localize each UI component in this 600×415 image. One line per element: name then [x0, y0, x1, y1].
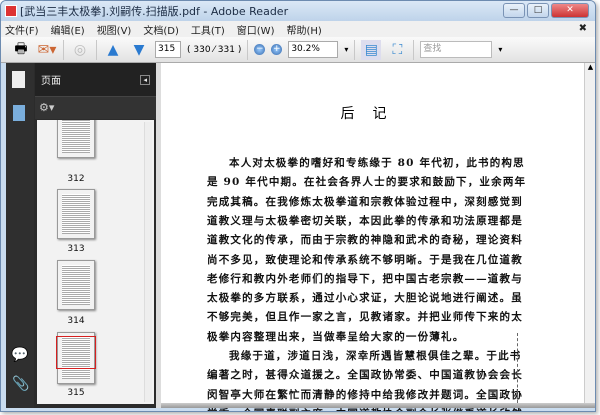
title-bar: [武当三丰太极拳].刘嗣传.扫描版.pdf - Adobe Reader — □…	[1, 1, 595, 21]
document-scrollbar[interactable]: ▲	[584, 63, 595, 408]
toolbar: 🖶 ✉▾ ◎ ▲ ▼ 315 ( 330 ⁄ 331 ) − + 30.2% ▾…	[1, 37, 595, 63]
divider	[96, 39, 97, 60]
current-view-frame[interactable]	[56, 336, 96, 369]
text-line: 老修行和教内外老师们的指导下，把中国古老宗教——道教与	[207, 272, 523, 285]
divider	[413, 39, 415, 60]
text-line: 不够完美，但且作一家之言，见教诸家。并把业师传下来的太	[207, 311, 523, 324]
page-count: ( 330 ⁄ 331 )	[187, 44, 242, 55]
find-input[interactable]: 查找	[420, 41, 493, 58]
thumbnail-label: 312	[67, 174, 85, 184]
text-line: 道教文化的传承，而由于宗教的神隐和武术的奇秘，理论资料	[207, 234, 523, 247]
page-thumbnail-313[interactable]	[57, 189, 95, 239]
comments-panel-icon[interactable]: 💬	[11, 347, 28, 363]
thumbnail-label: 314	[67, 316, 85, 326]
menu-window[interactable]: 窗口(W)	[237, 22, 275, 37]
scan-mark	[517, 333, 518, 403]
text-line: 完成其稿。在我修炼太极拳道和宗教体验过程中，深刻感觉到	[207, 195, 523, 208]
navigation-pane: 💬 📎 页面 ◂ ⚙▾ 312 313 314 315	[6, 63, 156, 408]
pages-panel-title: 页面	[41, 76, 61, 87]
text-line: 极拳内容整理出来，当做奉呈给大家的一份薄礼。	[207, 330, 465, 343]
options-gear-icon[interactable]: ⚙▾	[35, 97, 156, 119]
window-title: [武当三丰太极拳].刘嗣传.扫描版.pdf - Adobe Reader	[20, 5, 289, 18]
next-page-icon[interactable]: ▼	[129, 40, 149, 60]
divider	[63, 39, 64, 60]
menu-view[interactable]: 视图(V)	[97, 22, 132, 37]
share-icon[interactable]: ◎	[70, 40, 90, 60]
menu-tools[interactable]: 工具(T)	[191, 22, 225, 37]
text-line: 我缘于道，涉道日浅，深幸所遇皆慧根俱佳之辈。于此书	[229, 350, 522, 362]
thumbnail-scrollbar[interactable]	[144, 122, 152, 402]
fit-width-icon[interactable]: ▤	[361, 39, 382, 60]
adobe-pdf-icon	[5, 5, 17, 17]
page-thumbnail-314[interactable]	[57, 260, 95, 310]
divider	[247, 39, 249, 60]
pages-panel-icon[interactable]	[12, 71, 25, 88]
zoom-dropdown-icon[interactable]: ▾	[344, 45, 348, 54]
page-heading: 后记	[340, 106, 405, 122]
thumbnail-label: 315	[67, 388, 85, 398]
menu-edit[interactable]: 编辑(E)	[51, 22, 85, 37]
divider	[354, 39, 356, 60]
print-icon[interactable]: 🖶	[11, 40, 31, 60]
text-line: 编著之时，甚得众道援之。全国政协常委、中国道教协会会长	[207, 369, 523, 382]
menu-document[interactable]: 文档(D)	[143, 22, 179, 37]
document-page: 后记 本人对太极拳的嗜好和专练缘于 80 年代初，此书的构思是 90 年代中期。…	[161, 63, 584, 411]
page-number-input[interactable]: 315	[155, 41, 181, 58]
attachments-panel-icon[interactable]: 📎	[12, 376, 29, 392]
maximize-button[interactable]: □	[527, 3, 549, 18]
minimize-button[interactable]: —	[503, 3, 525, 18]
zoom-in-icon[interactable]: +	[271, 44, 283, 55]
zoom-level-input[interactable]: 30.2%	[288, 41, 339, 58]
thumbnail-list: 312 313 314 315	[37, 120, 154, 404]
page-thumbnail-312[interactable]	[57, 120, 95, 158]
pages-panel: 页面 ◂ ⚙▾ 312 313 314 315	[35, 63, 156, 408]
find-dropdown-icon[interactable]: ▾	[498, 45, 502, 54]
text-line: 是 90 年代中期。在社会各界人士的要求和鼓励下，业余两年	[207, 176, 527, 189]
text-line: 本人对太极拳的嗜好和专练缘于 80 年代初，此书的构思	[229, 157, 525, 169]
thumbnail-label: 313	[67, 244, 85, 254]
previous-page-icon[interactable]: ▲	[103, 40, 123, 60]
close-document-icon[interactable]: ✖	[579, 23, 587, 34]
full-screen-icon[interactable]: ⛶	[387, 40, 407, 60]
adobe-reader-window: [武当三丰太极拳].刘嗣传.扫描版.pdf - Adobe Reader — □…	[0, 0, 596, 412]
text-line: 尚不多见，致使理论和传承系统不够明晰。于是我在几位道教	[207, 253, 523, 266]
text-line: 闵智亭大师在繁忙而清静的修持中给我修改并题词。全国政协	[207, 388, 523, 401]
collapse-panel-icon[interactable]: ◂	[140, 74, 150, 85]
text-line: 道教义理与太极拳密切关联，本因此拳的传承和功法原理都是	[207, 214, 523, 227]
collaborate-icon[interactable]: ✉▾	[37, 40, 57, 60]
navigation-icon-column: 💬 📎	[6, 63, 34, 408]
menu-help[interactable]: 帮助(H)	[286, 22, 321, 37]
menu-file[interactable]: 文件(F)	[5, 22, 39, 37]
scroll-up-icon[interactable]: ▲	[585, 63, 595, 71]
bookmarks-panel-icon[interactable]	[13, 105, 25, 121]
horizontal-scrollbar[interactable]	[161, 403, 595, 408]
zoom-out-icon[interactable]: −	[254, 44, 266, 55]
menu-bar: 文件(F) 编辑(E) 视图(V) 文档(D) 工具(T) 窗口(W) 帮助(H…	[1, 21, 595, 37]
text-line: 太极拳的多方联系，通过小心求证，大胆论说地进行阐述。虽	[207, 292, 523, 305]
close-button[interactable]: ✕	[551, 3, 589, 18]
